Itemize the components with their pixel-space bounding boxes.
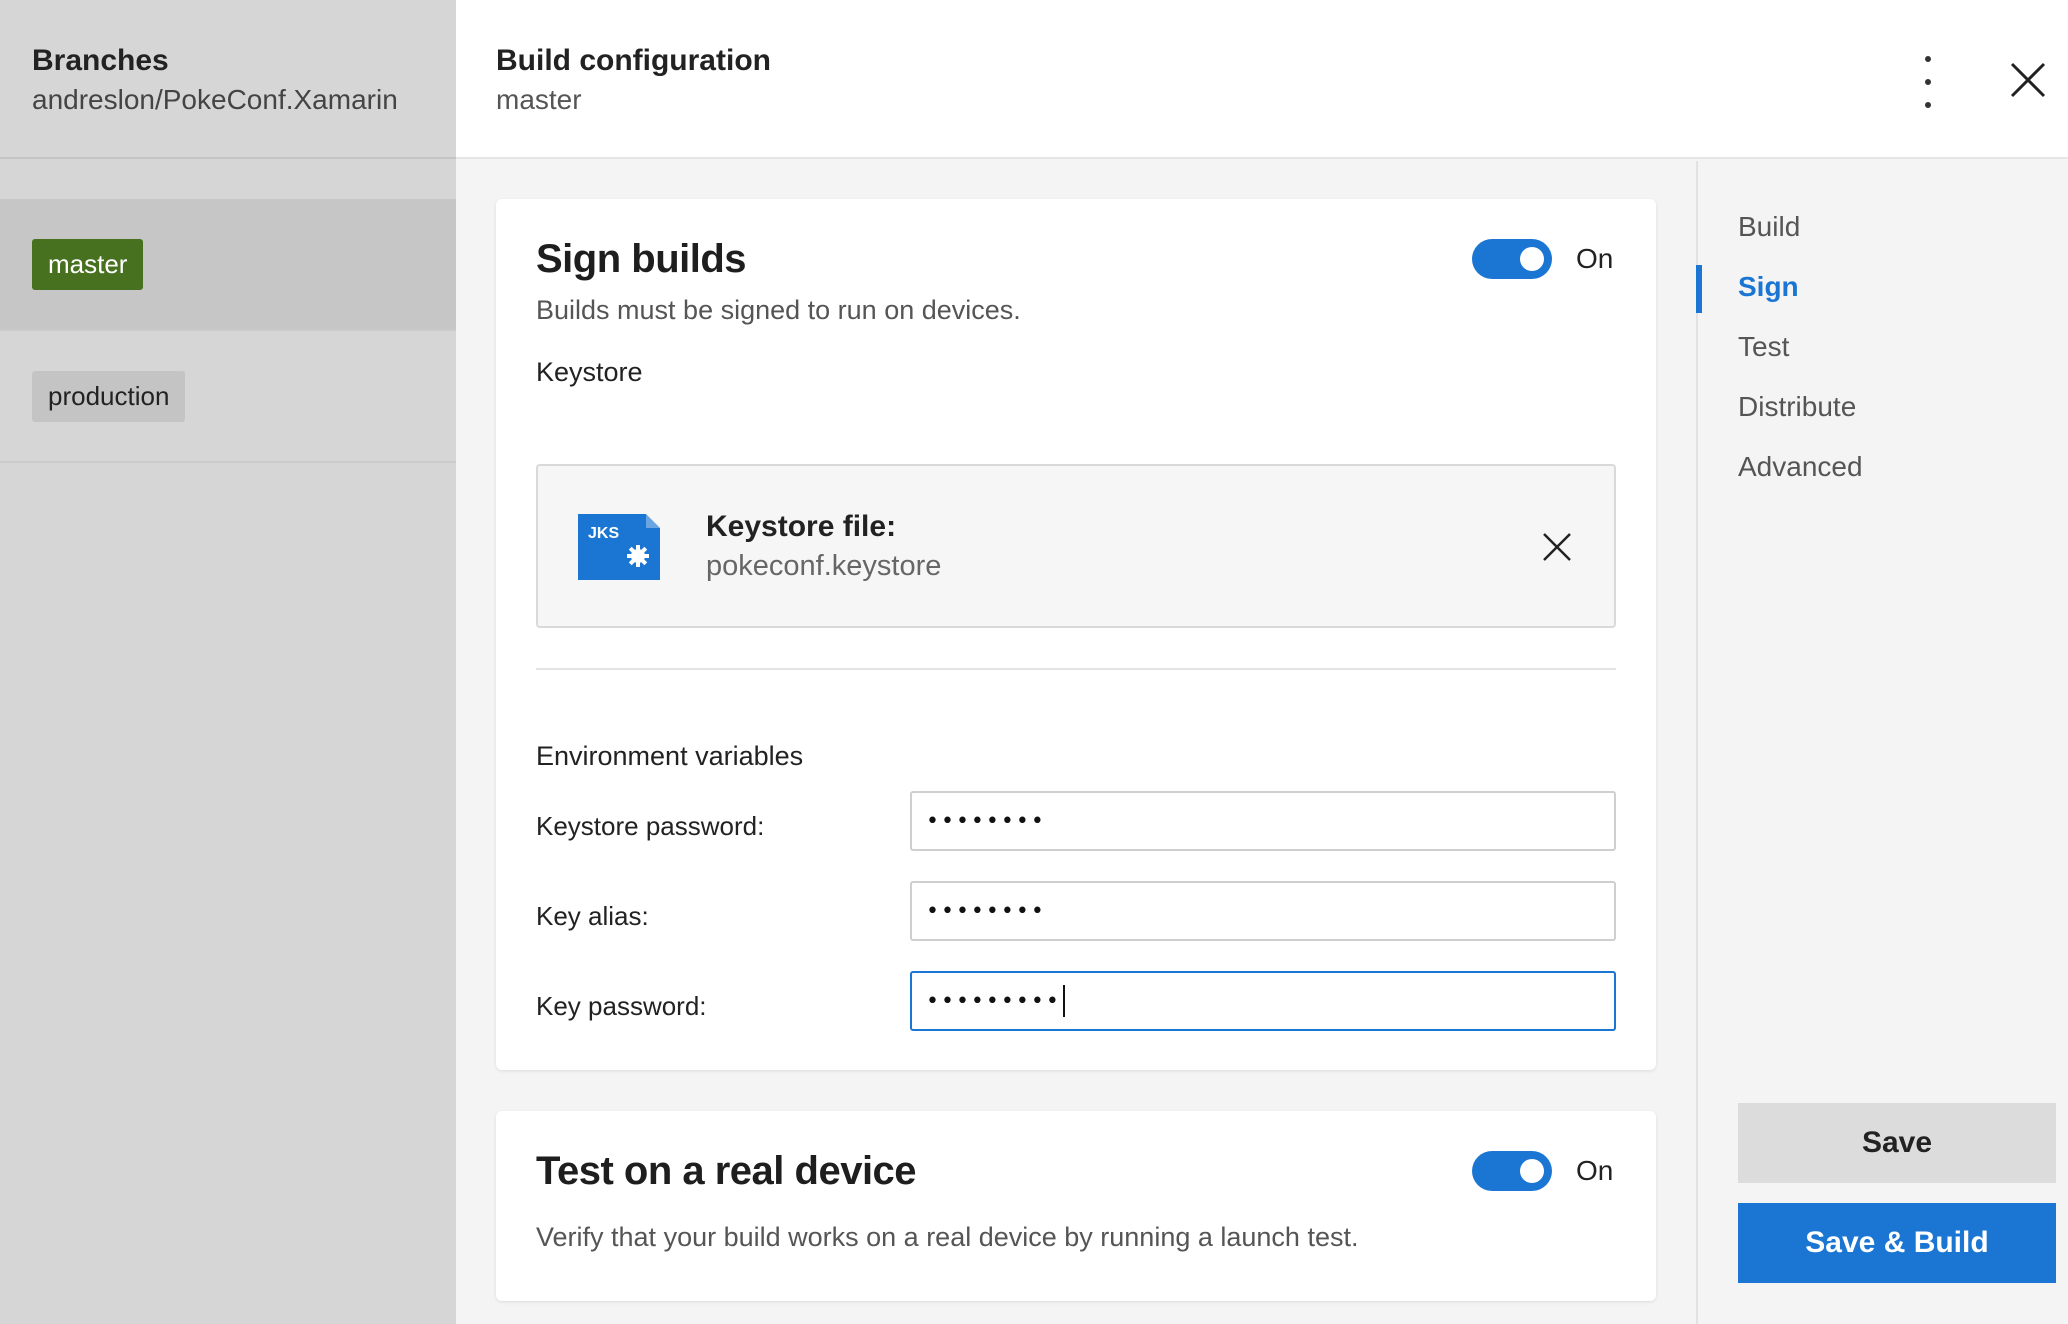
sign-builds-description: Builds must be signed to run on devices.	[536, 295, 1021, 325]
nav-item-advanced[interactable]: Advanced	[1738, 451, 1863, 483]
keystore-file-icon: JKS	[578, 514, 660, 580]
key-alias-input[interactable]: ••••••••	[910, 881, 1616, 941]
test-device-description: Verify that your build works on a real d…	[536, 1222, 1359, 1252]
sign-builds-toggle[interactable]	[1472, 239, 1552, 279]
page-title: Build configuration	[496, 44, 771, 77]
text-caret	[1062, 985, 1065, 1017]
test-device-toggle[interactable]	[1472, 1151, 1552, 1191]
section-nav: Build Sign Test Distribute Advanced Save…	[1696, 161, 2068, 1324]
save-button[interactable]: Save	[1738, 1103, 2056, 1183]
remove-keystore-icon[interactable]	[1540, 530, 1574, 564]
toggle-knob	[1520, 247, 1544, 271]
sign-builds-toggle-label: On	[1576, 243, 1614, 274]
key-password-value: •••••••••	[926, 988, 1061, 1014]
branches-panel: Branches andreslon/PokeConf.Xamarin mast…	[0, 0, 456, 1324]
env-variables-heading: Environment variables	[536, 741, 804, 771]
repo-name: andreslon/PokeConf.Xamarin	[32, 84, 398, 115]
save-and-build-button[interactable]: Save & Build	[1738, 1203, 2056, 1283]
branches-title: Branches	[32, 44, 169, 77]
branches-header: Branches andreslon/PokeConf.Xamarin	[0, 0, 456, 159]
current-branch: master	[496, 84, 582, 115]
keystore-heading: Keystore	[536, 357, 643, 387]
nav-item-test[interactable]: Test	[1738, 331, 1789, 363]
test-device-toggle-label: On	[1576, 1155, 1614, 1186]
sign-builds-card: Sign builds On Builds must be signed to …	[496, 199, 1656, 1070]
nav-item-distribute[interactable]: Distribute	[1738, 391, 1856, 423]
keystore-filename: pokeconf.keystore	[706, 550, 942, 582]
branch-item-production[interactable]: production	[0, 331, 456, 463]
keystore-password-input[interactable]: ••••••••	[910, 791, 1616, 851]
keystore-file-label: Keystore file:	[706, 510, 897, 543]
key-alias-label: Key alias:	[536, 901, 649, 931]
test-device-card: Test on a real device On Verify that you…	[496, 1111, 1656, 1301]
toggle-knob	[1520, 1159, 1544, 1183]
close-icon[interactable]	[2006, 58, 2050, 102]
section-divider	[536, 668, 1616, 670]
keystore-password-label: Keystore password:	[536, 811, 765, 841]
branch-label-production: production	[32, 370, 186, 422]
config-header: Build configuration master	[456, 0, 2068, 159]
nav-item-sign[interactable]: Sign	[1738, 271, 1799, 303]
key-password-input[interactable]: •••••••••	[910, 971, 1616, 1031]
keystore-file-box: JKS Keystore file: pokeconf.keystore	[536, 464, 1616, 628]
test-device-title: Test on a real device	[536, 1149, 917, 1193]
svg-text:JKS: JKS	[588, 525, 619, 542]
more-vertical-icon[interactable]	[1908, 56, 1948, 108]
active-nav-indicator	[1696, 265, 1702, 313]
key-password-label: Key password:	[536, 991, 707, 1021]
key-alias-value: ••••••••	[926, 898, 1046, 924]
nav-item-build[interactable]: Build	[1738, 211, 1800, 243]
keystore-password-value: ••••••••	[926, 808, 1046, 834]
sign-builds-title: Sign builds	[536, 237, 747, 281]
config-content[interactable]: Sign builds On Builds must be signed to …	[456, 161, 1696, 1324]
branch-label-master: master	[32, 238, 144, 290]
branch-item-master[interactable]: master	[0, 199, 456, 331]
